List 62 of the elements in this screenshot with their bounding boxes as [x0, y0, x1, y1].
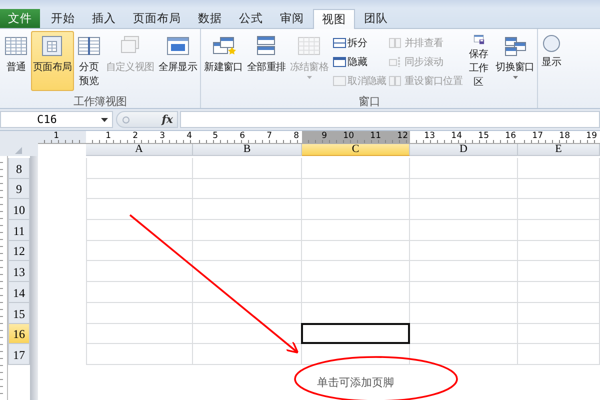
ribbon-tab[interactable]: 开始 — [43, 9, 83, 28]
ribbon-button[interactable]: 切换窗口 — [494, 31, 536, 91]
select-all-icon — [15, 147, 22, 154]
name-box[interactable]: C16 — [0, 111, 113, 128]
switch-windows-icon — [502, 34, 528, 58]
side-by-side-icon — [388, 36, 402, 48]
ribbon-button[interactable]: 隐藏 — [332, 54, 386, 69]
ribbon-button[interactable]: 新建窗口 — [202, 31, 245, 91]
row-header[interactable]: 12 — [8, 240, 30, 262]
ribbon-button[interactable]: 页面布局 — [31, 31, 74, 91]
page-break-icon — [76, 34, 102, 58]
ruler: 9 10 11 12 — [302, 131, 410, 144]
sync-scroll-icon — [388, 56, 402, 68]
row-header[interactable]: 10 — [8, 199, 30, 220]
column-header[interactable]: C — [302, 144, 410, 156]
ribbon-button[interactable]: 全屏显示 — [156, 31, 200, 91]
row-header[interactable]: 14 — [8, 282, 30, 303]
hide-window-icon — [332, 56, 346, 68]
caret-icon — [101, 118, 108, 122]
circle-icon — [122, 116, 130, 124]
row-header[interactable]: 15 — [8, 302, 30, 324]
ribbon-tab[interactable]: 团队 — [356, 9, 396, 28]
column-header[interactable]: A — [86, 144, 193, 156]
freeze-grid-icon — [296, 34, 322, 58]
ruler: 1 2 3 4 — [86, 131, 193, 144]
ribbon-tab[interactable]: 数据 — [190, 9, 230, 28]
ribbon-tab[interactable]: 审阅 — [272, 9, 312, 28]
row-header[interactable]: 11 — [8, 220, 30, 241]
reset-windows-icon — [388, 74, 402, 86]
ribbon-tab[interactable]: 插入 — [84, 9, 124, 28]
ribbon-button[interactable]: 显示 — [539, 31, 564, 91]
row-header[interactable]: 16 — [8, 324, 30, 344]
column-header[interactable]: D — [410, 144, 518, 156]
row-header[interactable]: 13 — [8, 261, 30, 282]
group-label: 窗口 — [358, 95, 380, 108]
formula-field[interactable] — [180, 111, 600, 128]
row-header[interactable]: 8 — [8, 158, 30, 179]
insert-function-button[interactable]: fx — [162, 113, 173, 126]
column-header[interactable]: B — [193, 144, 302, 156]
ruler: 5 6 7 8 — [193, 131, 302, 144]
footer-placeholder[interactable]: 单击可添加页脚 — [38, 364, 600, 400]
ribbon-tab[interactable]: 公式 — [231, 9, 271, 28]
window-icon — [332, 74, 346, 86]
ruler: 1 — [38, 131, 86, 144]
group-label: 工作簿视图 — [73, 95, 127, 108]
ribbon-button[interactable]: 全部重排 — [244, 31, 288, 91]
file-tab[interactable]: 文件 — [0, 9, 40, 28]
row-header[interactable]: 9 — [8, 178, 30, 200]
ribbon-button[interactable]: 普通 — [1, 31, 31, 91]
grid-icon — [3, 34, 29, 58]
row-header[interactable]: 17 — [8, 344, 30, 365]
window-icon — [164, 34, 191, 58]
ruler: 17 18 19 — [518, 131, 600, 144]
column-header[interactable]: E — [518, 144, 600, 156]
ribbon-button[interactable]: 拆分 — [332, 35, 386, 50]
ribbon-button[interactable]: 保存工作区 — [464, 31, 494, 91]
display-icon — [542, 34, 561, 53]
ribbon-tab[interactable]: 视图 — [313, 9, 355, 29]
split-icon — [332, 36, 346, 48]
ribbon-tab[interactable]: 页面布局 — [125, 9, 189, 28]
ruler: 13 14 15 16 — [410, 131, 518, 144]
ribbon-button[interactable]: 分页预览 — [74, 31, 104, 91]
